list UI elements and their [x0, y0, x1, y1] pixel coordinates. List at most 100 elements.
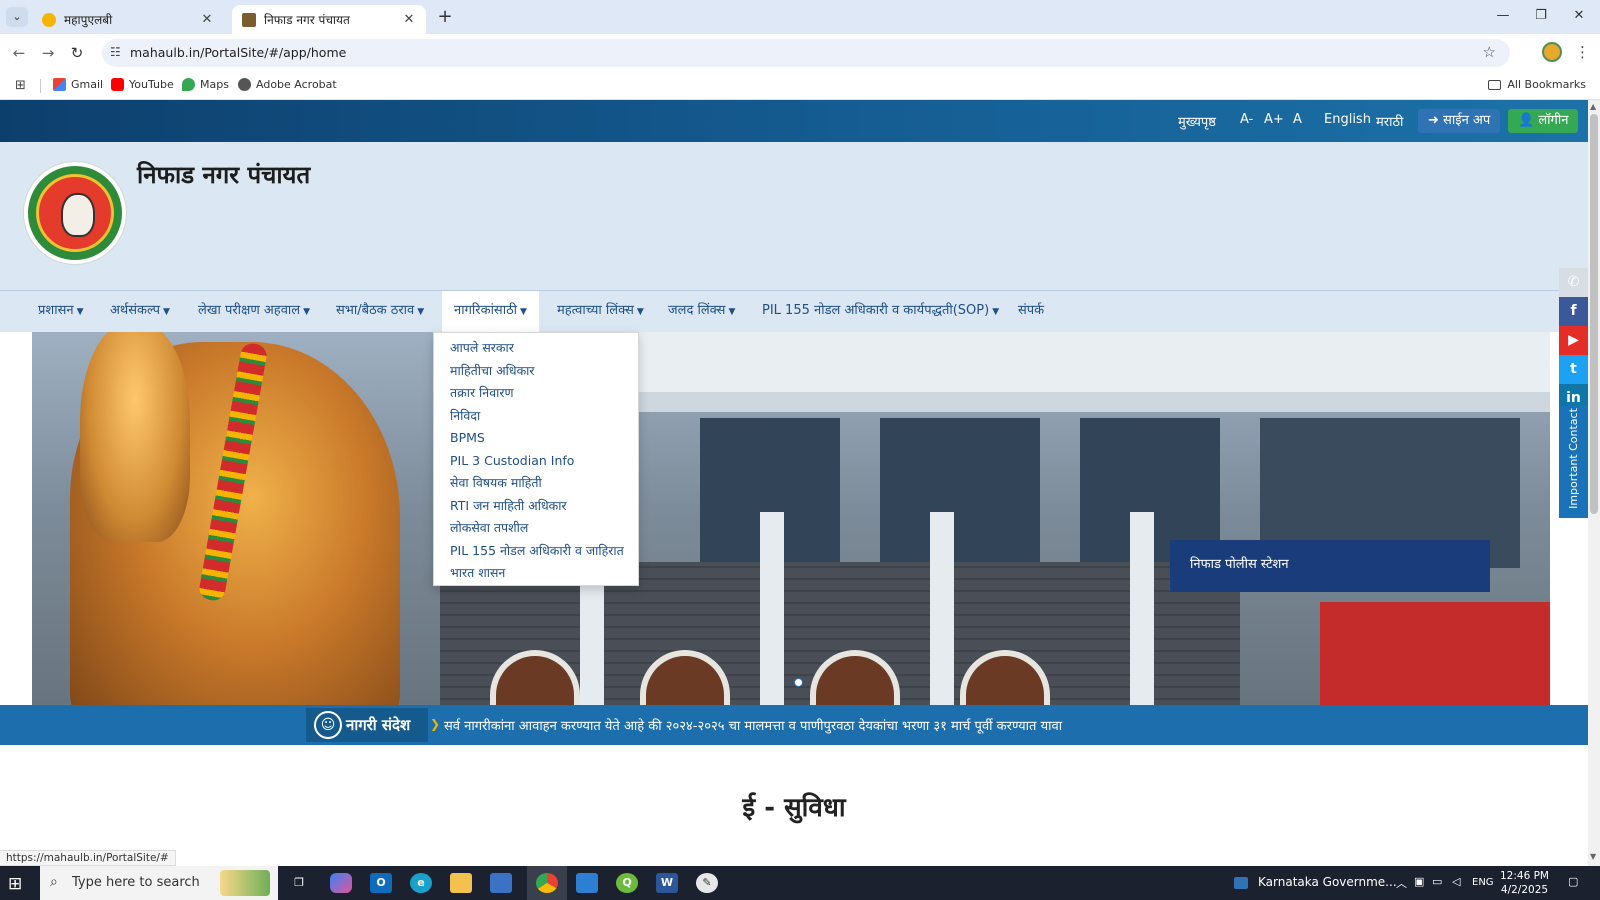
file-explorer-icon[interactable] — [450, 873, 472, 893]
facebook-icon[interactable]: f — [1559, 297, 1588, 326]
dropdown-item-aaple-sarkar[interactable]: आपले सरकार — [434, 337, 638, 360]
chrome-icon[interactable] — [536, 873, 558, 893]
tab-favicon-icon — [242, 12, 256, 27]
signup-label: साईन अप — [1443, 113, 1491, 128]
search-icon: ⌕ — [50, 874, 58, 890]
phone-icon[interactable]: ✆ — [1559, 268, 1588, 297]
nav-budget[interactable]: अर्थसंकल्प ▼ — [98, 291, 182, 333]
nav-label: जलद लिंक्स — [668, 303, 726, 318]
store-icon[interactable] — [490, 873, 512, 893]
windows-start-icon[interactable]: ⊞ — [8, 874, 22, 894]
tray-overflow-icon[interactable]: ︿ — [1396, 875, 1407, 891]
bookmark-adobe-acrobat[interactable]: Adobe Acrobat — [238, 78, 337, 91]
all-bookmarks[interactable]: All Bookmarks — [1488, 78, 1586, 91]
signup-button[interactable]: ➜ साईन अप — [1418, 109, 1501, 133]
bookmark-maps[interactable]: Maps — [182, 78, 229, 91]
nav-label: PIL 155 नोडल अधिकारी व कार्यपद्धती(SOP) — [762, 303, 990, 318]
login-button[interactable]: 👤 लॉगीन — [1508, 109, 1579, 133]
site-info-icon[interactable]: ☷ — [110, 45, 121, 59]
nav-quick-links[interactable]: जलद लिंक्स ▼ — [656, 291, 747, 333]
nav-audit-report[interactable]: लेखा परीक्षण अहवाल ▼ — [186, 291, 322, 333]
dropdown-item-right-to-information[interactable]: माहितीचा अधिकार — [434, 360, 638, 383]
bookmark-label: Maps — [200, 78, 229, 91]
browser-tab-niphad[interactable]: निफाड नगर पंचायत ✕ — [232, 5, 426, 34]
carousel-indicator-dot[interactable] — [794, 678, 803, 687]
bookmark-gmail[interactable]: Gmail — [53, 78, 103, 91]
scrollbar-thumb[interactable] — [1590, 114, 1598, 514]
restore-icon[interactable]: ❐ — [1526, 8, 1556, 23]
address-url[interactable]: mahaulb.in/PortalSite/#/app/home — [130, 45, 346, 60]
copilot-icon[interactable] — [330, 873, 352, 893]
dropdown-item-bpms[interactable]: BPMS — [434, 427, 638, 450]
window-close-icon[interactable]: ✕ — [1564, 8, 1594, 23]
home-link[interactable]: मुख्यपृष्ठ — [1178, 112, 1216, 130]
bookmark-youtube[interactable]: YouTube — [111, 78, 174, 91]
outlook-icon[interactable]: O — [370, 873, 392, 893]
weather-text: Karnataka Governme... — [1258, 875, 1397, 889]
tab-search-icon[interactable]: ⌄ — [6, 7, 28, 27]
language-marathi-link[interactable]: मराठी — [1376, 112, 1403, 130]
bookmark-star-icon[interactable]: ☆ — [1483, 43, 1496, 61]
volume-icon[interactable]: ◁ — [1452, 875, 1460, 888]
scroll-down-icon[interactable]: ▼ — [1590, 852, 1596, 861]
dropdown-item-service-info[interactable]: सेवा विषयक माहिती — [434, 472, 638, 495]
nav-important-links[interactable]: महत्वाच्या लिंक्स ▼ — [545, 291, 656, 333]
important-contact-tab[interactable]: Important Contact — [1559, 406, 1588, 518]
word-icon[interactable]: W — [656, 873, 678, 893]
notice-marquee-text[interactable]: सर्व नागरीकांना आवाहन करण्यात येते आहे क… — [444, 716, 1062, 734]
apps-grid-icon[interactable]: ⊞ — [15, 78, 26, 93]
network-icon[interactable]: ▭ — [1432, 875, 1442, 888]
taskbar-clock[interactable]: 12:46 PM 4/2/2025 — [1500, 869, 1549, 897]
signin-icon: ➜ — [1428, 113, 1439, 128]
top-utility-bar: मुख्यपृष्ठ A- A+ A English मराठी ➜ साईन … — [0, 100, 1588, 142]
weather-widget[interactable]: Karnataka Governme... — [1234, 875, 1397, 889]
hero-building-band — [620, 392, 1550, 412]
hero-carousel[interactable]: निफाड पोलीस स्टेशन — [20, 332, 1550, 722]
important-contact-label: Important Contact — [1567, 408, 1580, 509]
meet-icon[interactable]: ▣ — [1414, 875, 1424, 888]
page-scrollbar[interactable]: ▲ ▼ — [1588, 100, 1600, 866]
address-bar[interactable]: ☷ mahaulb.in/PortalSite/#/app/home ☆ — [102, 39, 1510, 67]
dropdown-item-public-service[interactable]: लोकसेवा तपशील — [434, 517, 638, 540]
browser-menu-icon[interactable]: ⋮ — [1575, 43, 1590, 61]
taskbar-search[interactable]: ⌕ Type here to search — [40, 866, 278, 900]
minimize-icon[interactable]: — — [1488, 8, 1518, 23]
profile-avatar[interactable] — [1542, 42, 1562, 62]
twitter-icon[interactable]: t — [1559, 355, 1588, 384]
browser-tab-mahaulb[interactable]: महापुएलबी ✕ — [32, 5, 224, 34]
input-language[interactable]: ENG — [1472, 877, 1494, 888]
new-tab-icon[interactable]: + — [434, 6, 456, 27]
youtube-icon[interactable]: ▶ — [1559, 326, 1588, 355]
dropdown-item-govt-of-india[interactable]: भारत शासन — [434, 562, 638, 585]
font-increase-button[interactable]: A+ — [1264, 112, 1284, 127]
mail-app-icon[interactable] — [576, 873, 598, 893]
dropdown-item-pil155-advert[interactable]: PIL 155 नोडल अधिकारी व जाहिरात — [434, 540, 638, 563]
font-decrease-button[interactable]: A- — [1240, 112, 1253, 127]
language-english-link[interactable]: English — [1324, 112, 1371, 127]
back-icon[interactable]: ← — [8, 43, 30, 63]
nav-pil155-sop[interactable]: PIL 155 नोडल अधिकारी व कार्यपद्धती(SOP) ▼ — [750, 291, 1011, 333]
municipal-logo[interactable] — [24, 162, 126, 264]
forward-icon[interactable]: → — [37, 43, 59, 63]
tab-close-icon[interactable]: ✕ — [200, 12, 214, 27]
dropdown-item-grievance[interactable]: तक्रार निवारण — [434, 382, 638, 405]
clock-date: 4/2/2025 — [1500, 884, 1549, 896]
nav-label: नागरिकांसाठी — [454, 303, 518, 318]
scroll-up-icon[interactable]: ▲ — [1590, 102, 1596, 111]
youtube-icon — [111, 78, 124, 91]
nav-for-citizens[interactable]: नागरिकांसाठी ▼ — [442, 291, 539, 333]
dropdown-item-rti-officer[interactable]: RTI जन माहिती अधिकार — [434, 495, 638, 518]
edge-icon[interactable]: e — [410, 873, 432, 893]
font-normal-button[interactable]: A — [1293, 112, 1302, 127]
notification-icon[interactable]: ▢ — [1568, 875, 1578, 888]
task-view-icon[interactable]: ❐ — [288, 873, 310, 893]
nav-contact[interactable]: संपर्क — [1006, 291, 1056, 333]
qgis-icon[interactable]: Q — [616, 873, 638, 893]
dropdown-item-tenders[interactable]: निविदा — [434, 405, 638, 428]
paint-icon[interactable]: ✎ — [696, 873, 718, 893]
tab-close-icon[interactable]: ✕ — [402, 12, 416, 27]
nav-administration[interactable]: प्रशासन ▼ — [26, 291, 96, 333]
dropdown-item-pil3-custodian[interactable]: PIL 3 Custodian Info — [434, 450, 638, 473]
reload-icon[interactable]: ↻ — [66, 43, 88, 63]
nav-meeting-resolutions[interactable]: सभा/बैठक ठराव ▼ — [324, 291, 436, 333]
